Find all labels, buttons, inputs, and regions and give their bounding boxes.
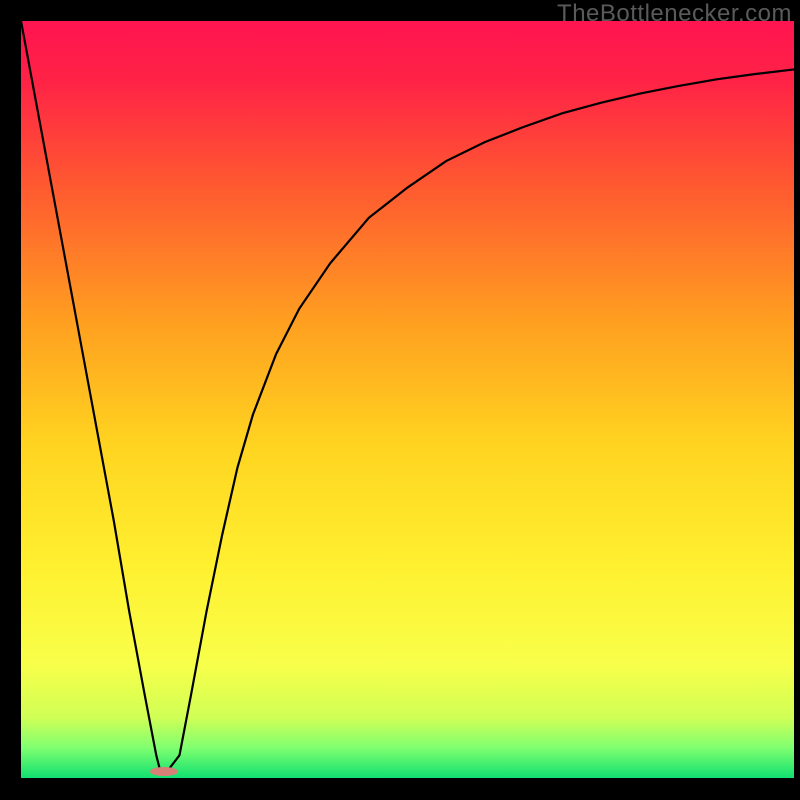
chart-frame: TheBottlenecker.com <box>0 0 800 800</box>
bottleneck-curve <box>21 21 794 778</box>
plot-area <box>21 21 794 778</box>
